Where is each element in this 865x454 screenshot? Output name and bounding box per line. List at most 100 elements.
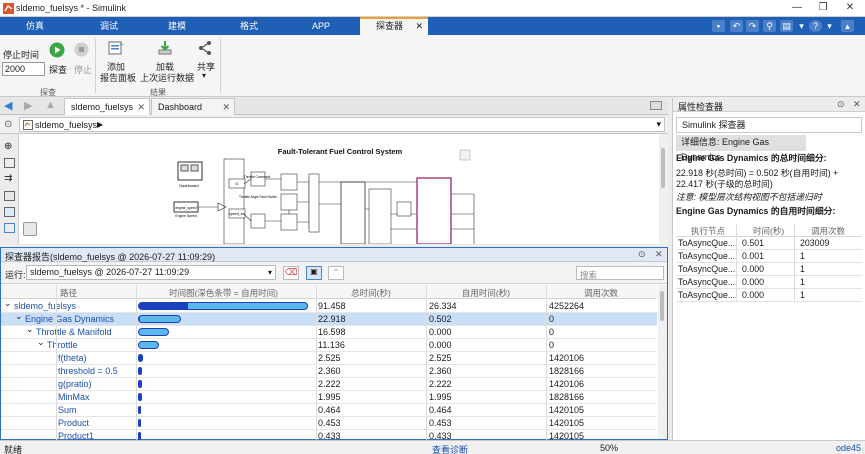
breadcrumb-arrow-icon[interactable]: ▶ [97,120,103,129]
up-arrow-icon[interactable]: ▲ [45,99,56,111]
stop-time-input[interactable]: 2000 [2,62,45,76]
stop-label[interactable]: 停止 [74,63,92,76]
close-icon[interactable]: ✕ [222,99,230,116]
profile-run-icon[interactable] [49,42,65,58]
close-icon[interactable]: ✕ [655,249,663,260]
fit-view-icon[interactable] [4,158,15,168]
eraser-icon[interactable]: ⌫ [283,266,299,280]
table-row[interactable]: ToAsyncQue... 0.001 1 [676,250,862,263]
table-row[interactable]: ToAsyncQue... 0.000 1 [676,276,862,289]
expand-chevron-icon[interactable]: ⌄ [15,311,23,322]
tab-simulation[interactable]: 仿真 [12,17,58,35]
minimize-icon[interactable]: — [784,0,810,16]
row-path[interactable]: MinMax [58,392,90,402]
tab-profiler[interactable]: 探查器 ✕ [360,17,428,35]
tab-close-icon[interactable]: ✕ [415,19,423,34]
highlight-block-icon[interactable]: ▣ [306,266,322,280]
table-row[interactable]: f(theta) 2.525 2.525 1420106 [1,352,657,365]
add-report-icon[interactable]: + [108,40,124,56]
table-row[interactable]: MinMax 1.995 1.995 1828166 [1,391,657,404]
close-icon[interactable]: ✕ [137,99,145,116]
model-path-field[interactable]: sldemo_fuelsys ▶ ▾ [19,117,665,132]
canvas-scrollbar[interactable] [659,134,668,244]
inspector-tab-details[interactable]: 详细信息: Engine Gas Dynamics [676,135,806,162]
undo-icon[interactable]: ↶ [730,20,743,32]
table-row[interactable]: ⌄ Throttle & Manifold 16.598 0.000 0 [1,324,657,339]
close-icon[interactable]: ✕ [837,0,863,16]
row-path[interactable]: Sum [58,405,77,415]
expand-chevron-icon[interactable]: ⌄ [4,298,12,309]
table-row[interactable]: ⌄ Engine Gas Dynamics 22.918 0.502 0 [1,311,657,326]
profile-label[interactable]: 探查 [49,63,67,76]
help-dropdown-icon[interactable]: ▾ [823,20,836,32]
row-path[interactable]: Throttle [47,340,78,350]
redo-icon[interactable]: ↷ [746,20,759,32]
stop-icon[interactable] [74,42,89,57]
row-path[interactable]: threshold = 0.5 [58,366,118,376]
table-row[interactable]: g(pratio) 2.222 2.222 1420106 [1,378,657,391]
load-data-icon[interactable] [157,40,173,56]
hide-explorer-icon[interactable]: ⊙ [4,119,12,130]
row-path[interactable]: Throttle & Manifold [36,327,112,337]
keyboard-icon[interactable] [650,101,662,110]
col-total-time[interactable]: 总时间(秒) [316,287,426,299]
model-browser-icon[interactable] [23,222,37,236]
view-diagnostics-link[interactable]: 查看诊断 [432,443,468,454]
col-path[interactable]: 路径 [1,287,136,299]
tab-modeling[interactable]: 建模 [154,17,200,35]
doc-tab-sldemo-fuelsys[interactable]: sldemo_fuelsys ✕ [64,98,150,115]
chevron-down-icon[interactable]: ▾ [656,119,661,130]
run-select[interactable]: sldemo_fuelsys @ 2026-07-27 11:09:29 ▾ [26,265,276,280]
model-canvas[interactable]: Fault-Tolerant Fuel Control System Dashb… [19,134,659,244]
scrollbar-thumb[interactable] [660,291,664,321]
load-label-2[interactable]: 上次运行数据 [140,71,194,84]
save-icon[interactable]: ▪ [712,20,725,32]
expand-chevron-icon[interactable]: ⌄ [26,324,34,335]
annotation-icon[interactable] [4,191,15,201]
arrow-icon[interactable]: ⇉ [4,174,15,185]
table-row[interactable]: Product 0.453 0.453 1420105 [1,417,657,430]
maximize-icon[interactable]: ❐ [810,0,836,16]
dropdown-icon[interactable]: ▾ [795,20,808,32]
report-scrollbar[interactable] [658,285,667,439]
panel-menu-icon[interactable]: ⊙ [638,249,646,260]
doc-tab-dashboard[interactable]: Dashboard ✕ [151,98,235,115]
close-icon[interactable]: ✕ [853,99,861,110]
col-timeplot[interactable]: 时间图(深色条带 = 自用时间) [136,287,311,299]
table-row[interactable]: ToAsyncQue... 0.000 1 [676,289,862,302]
table-row[interactable]: ⌄ Throttle 11.136 0.000 0 [1,337,657,352]
table-row[interactable]: ToAsyncQue... 0.501 203009 [676,237,862,250]
add-report-label-2[interactable]: 报告面板 [100,71,136,84]
share-icon[interactable] [198,40,212,56]
scrollbar-thumb[interactable] [661,148,665,188]
panel-menu-icon[interactable]: ⊙ [837,99,845,110]
flat-view-icon[interactable]: ⁼ [328,266,344,280]
search-icon[interactable]: ⚲ [763,20,776,32]
collapse-ribbon-icon[interactable]: ▴ [841,20,854,32]
table-row[interactable]: ToAsyncQue... 0.000 1 [676,263,862,276]
col-self-time[interactable]: 自用时间(秒) [426,287,546,299]
area-icon[interactable] [4,223,15,233]
image-icon[interactable] [4,207,15,217]
row-path[interactable]: Product [58,418,89,428]
back-arrow-icon[interactable]: ◀ [4,99,12,112]
tab-debug[interactable]: 调试 [86,17,132,35]
col-calls[interactable]: 调用次数 [546,287,656,299]
zoom-icon[interactable]: ⊕ [4,141,15,152]
inspector-tab-profiler[interactable]: Simulink 探查器 [676,117,862,133]
row-path[interactable]: f(theta) [58,353,87,363]
table-row[interactable]: threshold = 0.5 2.360 2.360 1828166 [1,365,657,378]
table-row[interactable]: Sum 0.464 0.464 1420105 [1,404,657,417]
tab-apps[interactable]: APP [298,17,344,35]
help-icon[interactable]: ? [809,20,822,32]
expand-chevron-icon[interactable]: ⌄ [37,337,45,348]
solver-link[interactable]: ode45 [836,443,861,453]
row-path[interactable]: Engine Gas Dynamics [25,314,114,324]
row-path[interactable]: g(pratio) [58,379,92,389]
row-path[interactable]: sldemo_fuelsys [14,301,76,311]
table-row[interactable]: ⌄ sldemo_fuelsys 91.458 26.334 4252264 [1,298,657,313]
tab-format[interactable]: 格式 [226,17,272,35]
share-dropdown-icon[interactable]: ▾ [202,71,206,80]
chevron-down-icon[interactable]: ▾ [268,266,272,279]
search-input[interactable]: 搜索 [576,266,664,280]
